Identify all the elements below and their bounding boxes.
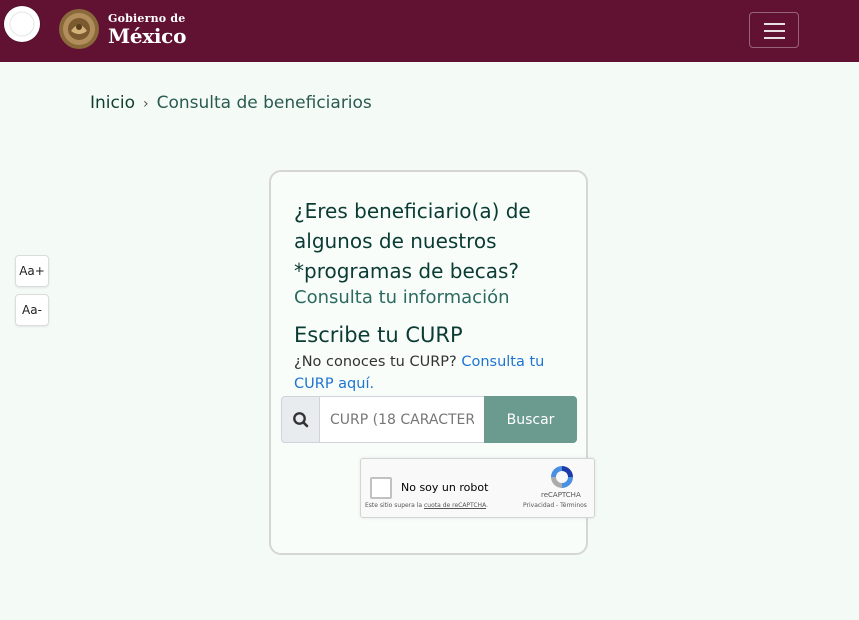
- recaptcha-widget: No soy un robot reCAPTCHA Privacidad - T…: [360, 458, 595, 518]
- recaptcha-logo-icon: [551, 466, 573, 488]
- hamburger-menu-icon: [764, 37, 785, 39]
- curp-search-input[interactable]: [319, 396, 485, 443]
- curp-help-text: ¿No conoces tu CURP? Consulta tu CURP aq…: [294, 351, 564, 395]
- recaptcha-checkbox[interactable]: [370, 477, 392, 499]
- breadcrumb: Inicio › Consulta de beneficiarios: [90, 93, 372, 113]
- curp-help-label: ¿No conoces tu CURP?: [294, 354, 457, 370]
- national-emblem-icon: [59, 9, 99, 49]
- question-subtitle: Consulta tu información: [294, 287, 510, 308]
- breadcrumb-current: Consulta de beneficiarios: [156, 93, 372, 113]
- recaptcha-quota-text: Este sitio supera la cuota de reCAPTCHA.: [365, 502, 488, 509]
- curp-search-group: Buscar: [281, 396, 577, 443]
- curp-heading: Escribe tu CURP: [294, 323, 463, 347]
- gobierno-mexico-logo[interactable]: Gobierno de México: [57, 7, 186, 51]
- font-decrease-button[interactable]: Aa-: [15, 294, 49, 326]
- logo-big-text: México: [108, 23, 187, 48]
- recaptcha-quota-link[interactable]: cuota de reCAPTCHA: [424, 502, 486, 509]
- accessibility-circle-button[interactable]: [4, 6, 40, 42]
- search-icon: [293, 412, 309, 428]
- hamburger-menu-icon: [764, 23, 785, 25]
- recaptcha-brand: reCAPTCHA: [541, 491, 581, 499]
- search-addon: [281, 396, 320, 443]
- logo-text: Gobierno de México: [108, 13, 186, 46]
- recaptcha-quota-suffix: .: [486, 502, 488, 509]
- question-heading: ¿Eres beneficiario(a) de algunos de nues…: [294, 199, 531, 283]
- hamburger-menu-icon: [764, 30, 785, 32]
- recaptcha-label: No soy un robot: [401, 481, 489, 494]
- circle-icon: [9, 11, 35, 37]
- top-navbar: Gobierno de México: [0, 0, 859, 62]
- logo-small-text: Gobierno de: [108, 11, 186, 25]
- breadcrumb-separator: ›: [142, 96, 149, 112]
- breadcrumb-home-link[interactable]: Inicio: [90, 93, 135, 113]
- font-increase-button[interactable]: Aa+: [15, 255, 49, 287]
- recaptcha-quota-prefix: Este sitio supera la: [365, 502, 424, 509]
- buscar-button[interactable]: Buscar: [484, 396, 577, 443]
- hamburger-menu-button[interactable]: [749, 12, 799, 48]
- recaptcha-privacy-terms-links[interactable]: Privacidad - Términos: [523, 502, 587, 509]
